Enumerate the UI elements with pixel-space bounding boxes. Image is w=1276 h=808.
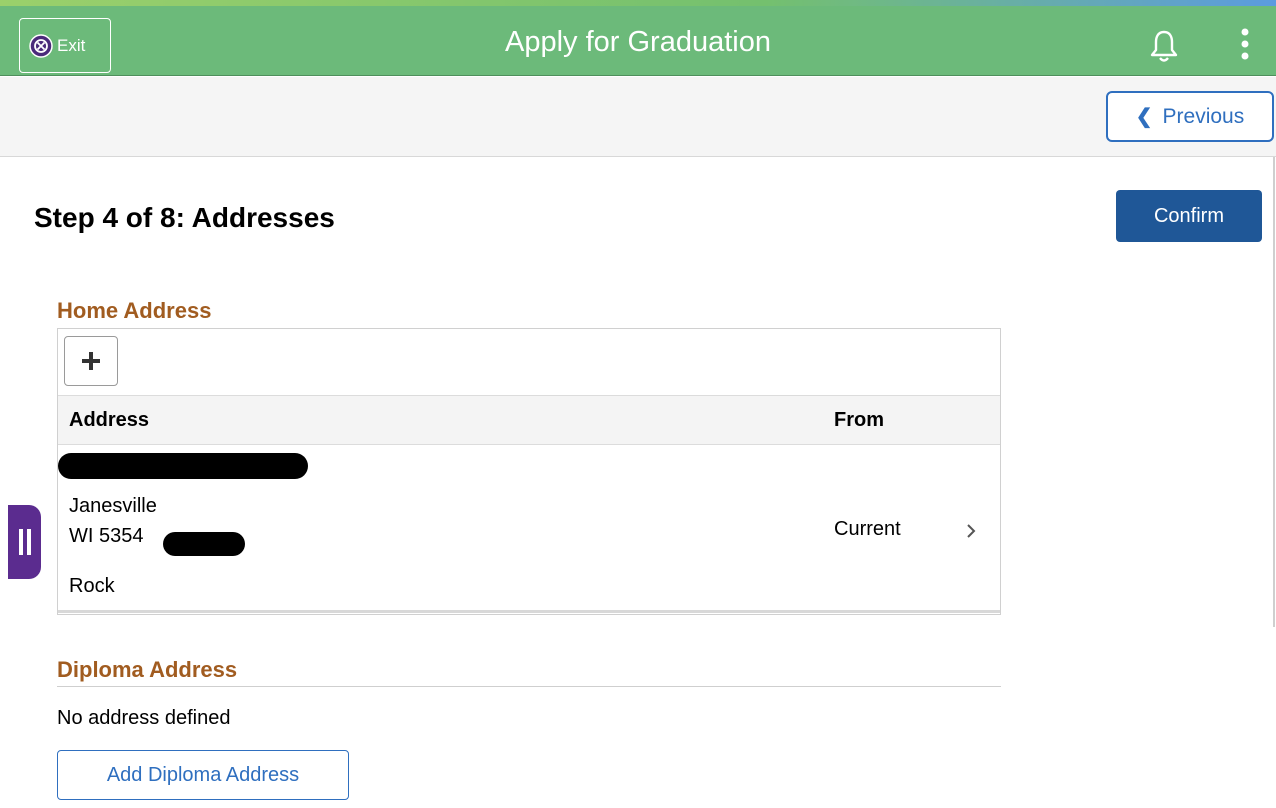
plus-icon — [82, 352, 100, 370]
step-title: Step 4 of 8: Addresses — [34, 202, 335, 233]
table-row[interactable]: Janesville WI 5354 Rock Current — [58, 445, 1000, 613]
grid-header: Address From — [58, 395, 1000, 445]
bell-icon[interactable] — [1148, 26, 1180, 66]
handle-bar-icon — [18, 529, 23, 555]
no-address-text: No address defined — [57, 707, 231, 729]
column-header-from: From — [834, 409, 884, 431]
home-address-grid: Address From Janesville WI 5354 Rock Cur… — [57, 328, 1001, 615]
diploma-address-title: Diploma Address — [57, 657, 238, 682]
kebab-menu-icon[interactable] — [1234, 26, 1256, 66]
navigation-bar: ❮ Previous — [0, 77, 1276, 157]
add-home-address-button[interactable] — [64, 336, 118, 386]
add-diploma-address-button[interactable]: Add Diploma Address — [57, 750, 349, 800]
address-county: Rock — [69, 575, 115, 597]
section-divider — [57, 686, 1001, 687]
chevron-right-icon — [967, 524, 976, 538]
previous-button[interactable]: ❮ Previous — [1106, 91, 1274, 142]
redacted-zip — [163, 532, 245, 556]
page-header-title: Apply for Graduation — [505, 26, 771, 58]
from-value: Current — [834, 518, 901, 540]
handle-bar-icon — [26, 529, 31, 555]
chevron-left-icon: ❮ — [1135, 106, 1153, 128]
redacted-street — [58, 453, 308, 479]
app-banner: Exit Apply for Graduation — [0, 6, 1276, 76]
right-divider — [1273, 157, 1275, 627]
home-address-title: Home Address — [57, 298, 212, 323]
previous-label: Previous — [1162, 104, 1245, 128]
address-city: Janesville — [69, 495, 157, 517]
side-panel-handle[interactable] — [8, 505, 41, 579]
address-state-zip: WI 5354 — [69, 525, 144, 547]
confirm-button[interactable]: Confirm — [1116, 190, 1262, 242]
column-header-address: Address — [69, 409, 150, 431]
